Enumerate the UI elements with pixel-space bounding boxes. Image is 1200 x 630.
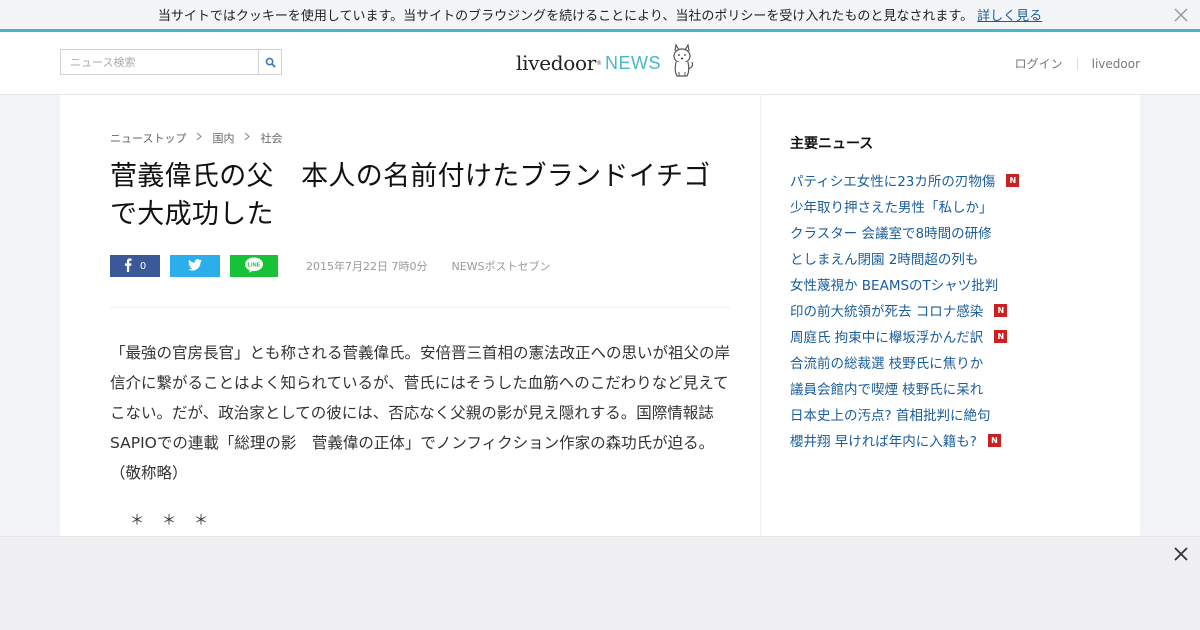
new-badge: N: [994, 303, 1008, 317]
article-body: 「最強の官房長官」とも称される菅義偉氏。安倍晋三首相の憲法改正への思いが祖父の岸…: [110, 344, 731, 482]
breadcrumb: ニューストップ 国内 社会: [110, 130, 282, 146]
search-form: [60, 49, 282, 75]
twitter-icon: [188, 258, 202, 274]
sidebar-heading: 主要ニュース: [790, 136, 874, 152]
registered-mark: ®: [595, 59, 602, 67]
list-item: としまえん閉園 2時間超の列も: [790, 245, 1110, 271]
facebook-share-button[interactable]: 0: [110, 255, 160, 277]
logo-news: NEWS: [604, 52, 661, 73]
divider: [1076, 57, 1078, 70]
news-link[interactable]: クラスター 会議室で8時間の研修: [790, 222, 992, 242]
close-icon[interactable]: [1172, 545, 1190, 563]
search-button[interactable]: [258, 49, 282, 75]
new-badge: N: [994, 329, 1008, 343]
line-icon: LINE: [244, 257, 264, 276]
news-link[interactable]: 合流前の総裁選 枝野氏に焦りか: [790, 352, 983, 372]
line-share-button[interactable]: LINE: [230, 255, 278, 277]
divider: [110, 307, 730, 308]
news-link[interactable]: 女性蔑視か BEAMSのTシャツ批判: [790, 274, 998, 294]
top-news-list: パティシエ女性に23カ所の刃物傷 N 少年取り押さえた男性「私しか」 クラスター …: [790, 167, 1110, 453]
login-link[interactable]: ログイン: [1015, 55, 1063, 72]
logo-livedoor: livedoor: [516, 51, 596, 75]
search-input[interactable]: [60, 49, 258, 75]
list-item: 女性蔑視か BEAMSのTシャツ批判: [790, 271, 1110, 297]
list-item: 櫻井翔 早ければ年内に入籍も? N: [790, 427, 1110, 453]
list-item: 少年取り押さえた男性「私しか」: [790, 193, 1110, 219]
article-source[interactable]: NEWSポストセブン: [451, 258, 550, 274]
news-link[interactable]: 櫻井翔 早ければ年内に入籍も?: [790, 430, 977, 450]
cookie-notice-text: 当サイトではクッキーを使用しています。当サイトのブラウジングを続けることにより、…: [157, 9, 974, 24]
site-logo[interactable]: livedoor ® NEWS: [516, 43, 695, 83]
list-item: 周庭氏 拘束中に欅坂浮かんだ訳 N: [790, 323, 1110, 349]
list-item: パティシエ女性に23カ所の刃物傷 N: [790, 167, 1110, 193]
column-divider: [760, 95, 761, 536]
header-links: ログイン livedoor: [1015, 55, 1140, 72]
new-badge: N: [987, 433, 1001, 447]
search-icon: [265, 53, 276, 72]
livedoor-link[interactable]: livedoor: [1092, 57, 1140, 71]
list-item: クラスター 会議室で8時間の研修: [790, 219, 1110, 245]
svg-text:LINE: LINE: [248, 262, 261, 268]
news-link[interactable]: 少年取り押さえた男性「私しか」: [790, 196, 993, 216]
facebook-icon: [124, 257, 132, 275]
close-icon[interactable]: [1172, 6, 1190, 24]
breadcrumb-domestic[interactable]: 国内: [212, 130, 234, 146]
breadcrumb-society[interactable]: 社会: [260, 130, 282, 146]
breadcrumb-news-top[interactable]: ニューストップ: [110, 130, 186, 146]
dog-mascot-icon: [669, 43, 695, 83]
cookie-bar: 当サイトではクッキーを使用しています。当サイトのブラウジングを続けることにより、…: [0, 0, 1200, 32]
news-link[interactable]: 日本史上の汚点? 首相批判に絶句: [790, 404, 990, 424]
news-link[interactable]: としまえん閉園 2時間超の列も: [790, 248, 978, 268]
ad-banner: [0, 536, 1200, 630]
news-link[interactable]: 議員会館内で喫煙 枝野氏に呆れ: [790, 378, 983, 398]
news-link[interactable]: 印の前大統領が死去 コロナ感染: [790, 300, 983, 320]
list-item: 印の前大統領が死去 コロナ感染 N: [790, 297, 1110, 323]
site-header: livedoor® NEWS ログイン livedoor: [0, 32, 1200, 95]
article-title: 菅義偉氏の父 本人の名前付けたブランドイチゴで大成功した: [110, 161, 711, 230]
new-badge: N: [1006, 173, 1020, 187]
list-item: 日本史上の汚点? 首相批判に絶句: [790, 401, 1110, 427]
share-row: 0 LINE 2015年7月22日 7時0分 NEWSポストセブン: [110, 255, 551, 277]
list-item: 合流前の総裁選 枝野氏に焦りか: [790, 349, 1110, 375]
chevron-right-icon: [244, 132, 251, 144]
section-separator: ＊＊＊: [130, 513, 226, 529]
facebook-share-count: 0: [139, 260, 147, 272]
news-link[interactable]: パティシエ女性に23カ所の刃物傷: [790, 170, 995, 190]
news-link[interactable]: 周庭氏 拘束中に欅坂浮かんだ訳: [790, 326, 983, 346]
main-content: ニューストップ 国内 社会 菅義偉氏の父 本人の名前付けたブランドイチゴで大成功…: [60, 95, 1140, 536]
article-date: 2015年7月22日 7時0分: [306, 260, 428, 273]
twitter-share-button[interactable]: [170, 255, 220, 277]
list-item: 議員会館内で喫煙 枝野氏に呆れ: [790, 375, 1110, 401]
chevron-right-icon: [196, 132, 203, 144]
cookie-details-link[interactable]: 詳しく見る: [977, 5, 1042, 24]
sidebar: 主要ニュース パティシエ女性に23カ所の刃物傷 N 少年取り押さえた男性「私しか」…: [790, 133, 1110, 453]
